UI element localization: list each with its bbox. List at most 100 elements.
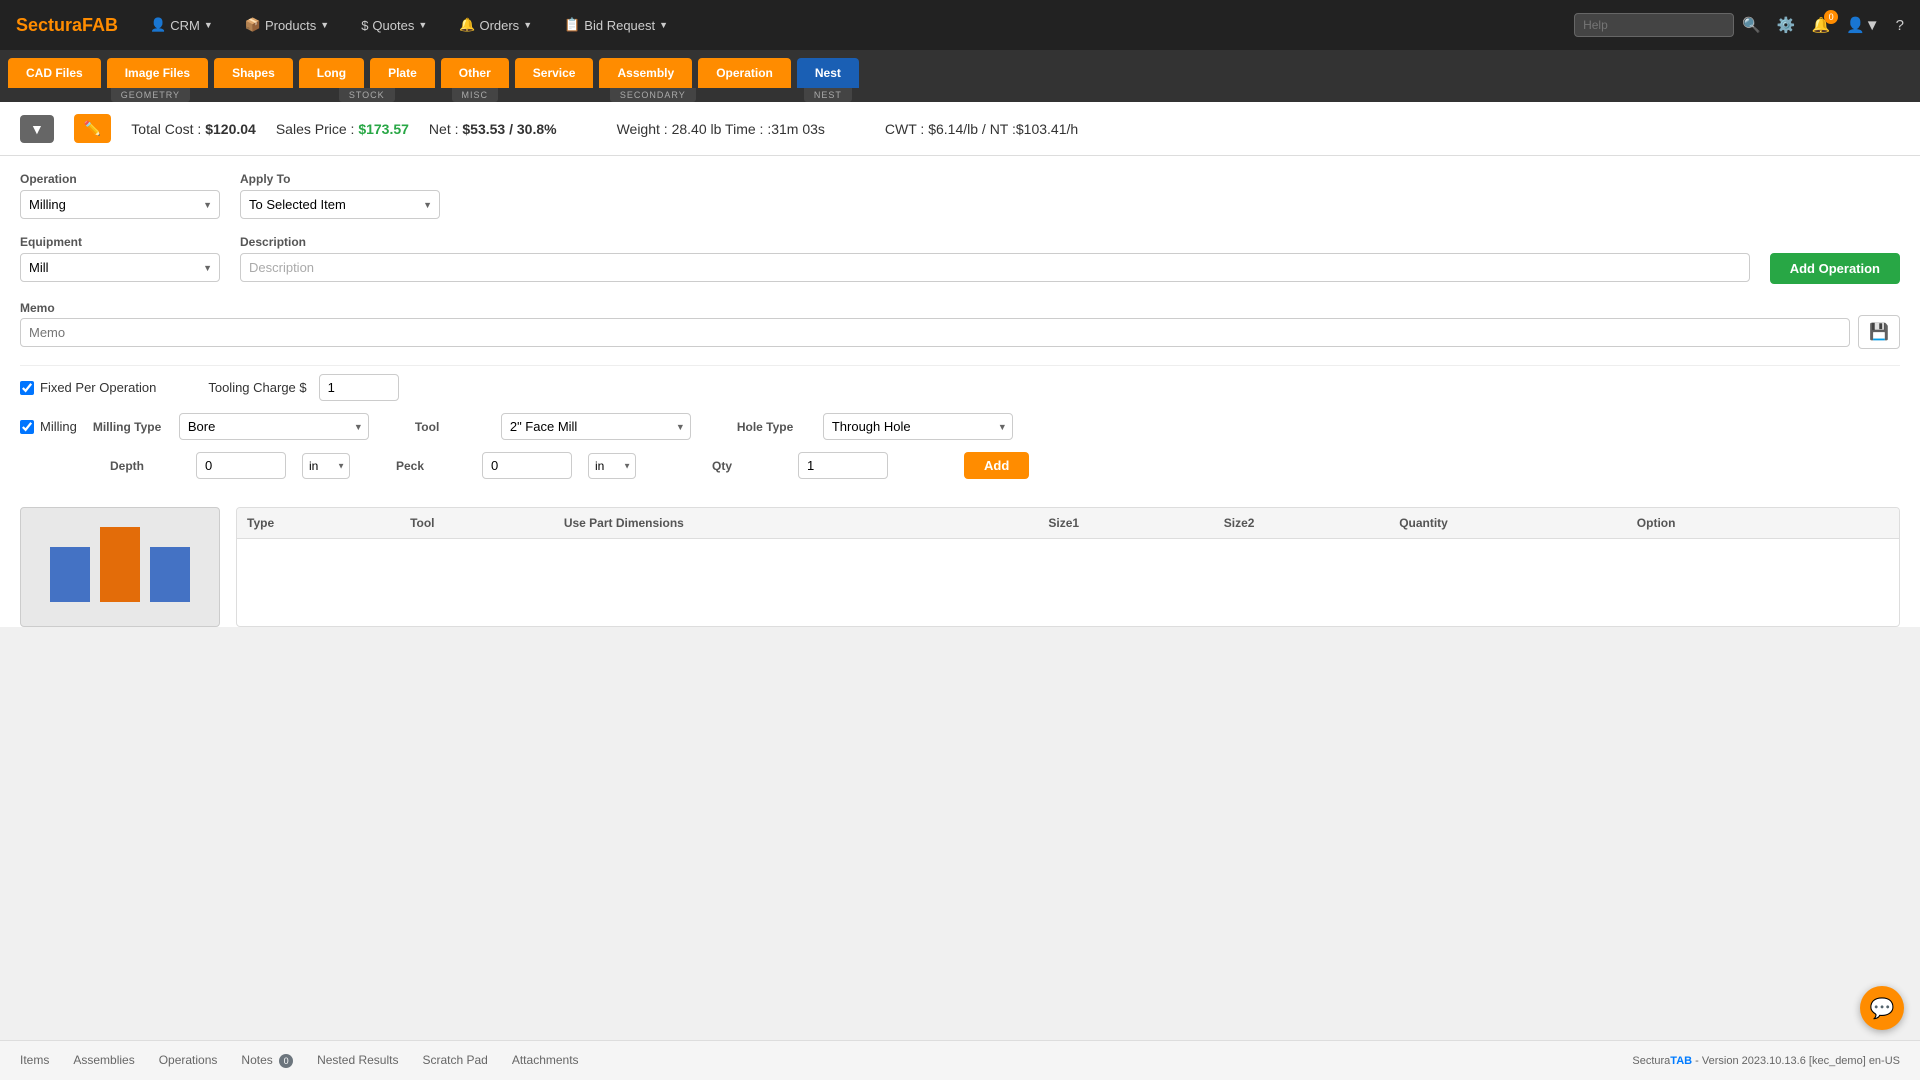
ops-table-element: Type Tool Use Part Dimensions Size1 Size… xyxy=(237,508,1899,539)
milling-type-select[interactable]: Bore Face Contour Pocket xyxy=(179,413,369,440)
brand-name-main: Sectura xyxy=(16,15,82,35)
description-label: Description xyxy=(240,235,1750,249)
toolbar-btn-long[interactable]: Long xyxy=(299,58,364,88)
equipment-group: Equipment Mill Lathe Press xyxy=(20,235,220,282)
footer-version: SecturaTAB - Version 2023.10.13.6 [kec_d… xyxy=(1632,1055,1900,1067)
footer-tab-attachments[interactable]: Attachments xyxy=(512,1049,579,1072)
fixed-per-operation-label[interactable]: Fixed Per Operation xyxy=(20,380,156,395)
products-icon: 📦 xyxy=(245,17,261,33)
collapse-arrow-btn[interactable]: ▼ xyxy=(20,115,54,143)
main-content: ▼ ✏️ Total Cost : $120.04 Sales Price : … xyxy=(0,102,1920,627)
nav-item-quotes[interactable]: $ Quotes ▼ xyxy=(349,12,439,39)
search-input[interactable] xyxy=(1574,13,1734,37)
toolbar-btn-operation[interactable]: Operation xyxy=(698,58,791,88)
ops-table-header: Type Tool Use Part Dimensions Size1 Size… xyxy=(237,508,1899,539)
footer-tab-assemblies[interactable]: Assemblies xyxy=(73,1049,134,1072)
bottom-layout: Type Tool Use Part Dimensions Size1 Size… xyxy=(0,507,1920,627)
nav-item-orders[interactable]: 🔔 Orders ▼ xyxy=(447,11,544,39)
footer-tab-items[interactable]: Items xyxy=(20,1049,49,1072)
depth-input[interactable] xyxy=(196,452,286,479)
operation-label: Operation xyxy=(20,172,220,186)
add-milling-button[interactable]: Add xyxy=(964,452,1029,479)
fixed-per-operation-checkbox[interactable] xyxy=(20,381,34,395)
qty-input[interactable] xyxy=(798,452,888,479)
toolbar-btn-assembly[interactable]: Assembly xyxy=(599,58,692,88)
milling-checkbox[interactable] xyxy=(20,420,34,434)
nest-label: NEST xyxy=(804,88,852,102)
weight-time: Weight : 28.40 lb Time : :31m 03s xyxy=(617,121,825,137)
geometry-label: GEOMETRY xyxy=(111,88,190,102)
footer-tabs: Items Assemblies Operations Notes 0 Nest… xyxy=(20,1049,579,1072)
ops-header-row: Type Tool Use Part Dimensions Size1 Size… xyxy=(237,508,1899,539)
toolbar-btn-plate[interactable]: Plate xyxy=(370,58,435,88)
peck-label: Peck xyxy=(396,459,466,473)
toolbar-btn-other[interactable]: Other xyxy=(441,58,509,88)
footer: Items Assemblies Operations Notes 0 Nest… xyxy=(0,1040,1920,1080)
footer-tab-notes[interactable]: Notes 0 xyxy=(241,1049,293,1072)
misc-buttons: Other xyxy=(441,58,509,88)
col-option: Option xyxy=(1627,508,1830,539)
footer-tab-scratch-pad[interactable]: Scratch Pad xyxy=(422,1049,487,1072)
col-quantity: Quantity xyxy=(1389,508,1627,539)
edit-btn[interactable]: ✏️ xyxy=(74,114,111,143)
secondary-buttons: Service Assembly Operation xyxy=(515,58,791,88)
memo-save-button[interactable]: 💾 xyxy=(1858,315,1900,349)
nav-item-bid-request[interactable]: 📋 Bid Request ▼ xyxy=(552,11,680,39)
cost-bar: ▼ ✏️ Total Cost : $120.04 Sales Price : … xyxy=(0,102,1920,156)
brand-name-highlight: FAB xyxy=(82,15,118,35)
memo-input[interactable] xyxy=(20,318,1850,347)
toolbar-btn-image-files[interactable]: Image Files xyxy=(107,58,208,88)
equipment-select[interactable]: Mill Lathe Press xyxy=(20,253,220,282)
user-icon[interactable]: 👤▼ xyxy=(1846,16,1880,34)
operation-select[interactable]: Milling Turning Drilling xyxy=(20,190,220,219)
toolbar: CAD Files Image Files Shapes GEOMETRY Lo… xyxy=(0,50,1920,102)
toolbar-btn-service[interactable]: Service xyxy=(515,58,594,88)
quotes-icon: $ xyxy=(361,18,368,33)
notes-badge: 0 xyxy=(279,1054,293,1068)
search-icon[interactable]: 🔍 xyxy=(1742,16,1761,34)
description-input[interactable] xyxy=(240,253,1750,282)
peck-input[interactable] xyxy=(482,452,572,479)
milling-checkbox-label[interactable]: Milling xyxy=(20,419,77,434)
footer-version-highlight: TAB xyxy=(1670,1055,1692,1067)
equipment-description-row: Equipment Mill Lathe Press Description A… xyxy=(20,235,1900,284)
nav-item-crm[interactable]: 👤 CRM ▼ xyxy=(138,11,225,39)
form-section: Operation Milling Turning Drilling Apply… xyxy=(0,156,1920,507)
memo-group: Memo 💾 xyxy=(20,300,1900,349)
tooling-charge-input[interactable] xyxy=(319,374,399,401)
stock-buttons: Long Plate xyxy=(299,58,435,88)
operations-table: Type Tool Use Part Dimensions Size1 Size… xyxy=(236,507,1900,627)
hole-type-select[interactable]: Through Hole Blind Hole Counterbore xyxy=(823,413,1013,440)
help-icon[interactable]: ? xyxy=(1896,17,1904,34)
col-use-part-dimensions: Use Part Dimensions xyxy=(554,508,1039,539)
apply-to-select[interactable]: To Selected Item To All Items xyxy=(240,190,440,219)
depth-unit-select[interactable]: in mm xyxy=(302,453,350,479)
cwt: CWT : $6.14/lb / NT :$103.41/h xyxy=(885,121,1078,137)
chat-button[interactable]: 💬 xyxy=(1860,986,1904,1030)
toolbar-btn-nest[interactable]: Nest xyxy=(797,58,859,88)
total-cost: Total Cost : $120.04 xyxy=(131,121,256,137)
crm-icon: 👤 xyxy=(150,17,166,33)
footer-tab-nested-results[interactable]: Nested Results xyxy=(317,1049,398,1072)
col-action xyxy=(1830,508,1899,539)
tool-select[interactable]: 2" Face Mill 1" End Mill xyxy=(501,413,691,440)
nav-item-products[interactable]: 📦 Products ▼ xyxy=(233,11,341,39)
footer-tab-operations[interactable]: Operations xyxy=(159,1049,218,1072)
add-operation-button[interactable]: Add Operation xyxy=(1770,253,1900,284)
navbar: SecturaFAB 👤 CRM ▼ 📦 Products ▼ $ Quotes… xyxy=(0,0,1920,50)
toolbar-btn-shapes[interactable]: Shapes xyxy=(214,58,293,88)
peck-unit-select[interactable]: in mm xyxy=(588,453,636,479)
equipment-label: Equipment xyxy=(20,235,220,249)
col-size1: Size1 xyxy=(1038,508,1213,539)
col-tool: Tool xyxy=(400,508,554,539)
nav-icons: 🔍 ⚙️ 🔔 0 👤▼ ? xyxy=(1742,16,1904,34)
brand-logo[interactable]: SecturaFAB xyxy=(16,15,118,36)
toolbar-btn-cad-files[interactable]: CAD Files xyxy=(8,58,101,88)
settings-icon[interactable]: ⚙️ xyxy=(1777,16,1796,34)
toolbar-group-stock: Long Plate STOCK xyxy=(299,58,435,102)
hole-type-label: Hole Type xyxy=(737,420,807,434)
depth-unit-wrapper: in mm xyxy=(302,453,350,479)
notification-badge: 0 xyxy=(1824,10,1838,24)
notifications-icon[interactable]: 🔔 0 xyxy=(1811,16,1830,34)
operation-select-wrapper: Milling Turning Drilling xyxy=(20,190,220,219)
